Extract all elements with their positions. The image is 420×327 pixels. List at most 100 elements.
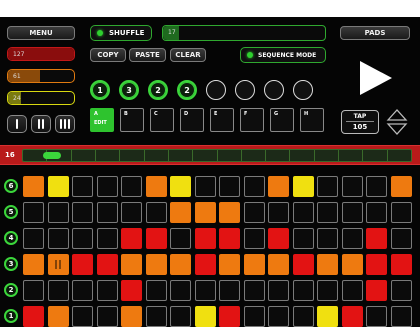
tap-tempo-button[interactable]: TAP 105 [341, 110, 379, 134]
step-cell[interactable] [366, 202, 387, 223]
step-cell[interactable] [317, 306, 338, 327]
step-cell[interactable] [47, 202, 69, 223]
step-cell[interactable] [268, 228, 289, 249]
step-cell[interactable] [268, 176, 289, 197]
step-cell[interactable] [366, 228, 387, 249]
step-cell[interactable] [219, 280, 240, 301]
step-cell[interactable] [219, 306, 240, 327]
step-cell[interactable] [145, 228, 167, 249]
step-cell[interactable] [170, 176, 191, 197]
pattern-button-a[interactable]: A EDIT [90, 108, 114, 132]
step-cell[interactable] [243, 228, 265, 249]
step-cell[interactable] [47, 280, 69, 301]
step-cell[interactable] [96, 176, 118, 197]
step-cell[interactable] [292, 176, 314, 197]
step-cell[interactable] [121, 280, 142, 301]
clear-button[interactable]: CLEAR [170, 48, 206, 62]
row-label-4[interactable]: 4 [4, 231, 18, 245]
step-cell[interactable] [121, 306, 142, 327]
pattern-button-d[interactable]: D [180, 108, 204, 132]
copy-button[interactable]: COPY [90, 48, 126, 62]
step-cell[interactable] [268, 280, 289, 301]
step-cell[interactable] [121, 176, 142, 197]
step-cell[interactable] [317, 280, 338, 301]
step-cell[interactable] [23, 176, 44, 197]
step-cell[interactable] [23, 280, 44, 301]
sequence-slot-2[interactable]: 3 [119, 80, 139, 100]
sequence-mode-toggle[interactable]: SEQUENCE MODE [240, 47, 326, 63]
step-cell[interactable] [170, 202, 191, 223]
double-bar-button[interactable] [31, 115, 51, 133]
step-cell[interactable] [317, 202, 338, 223]
step-cell[interactable] [96, 254, 118, 275]
menu-button[interactable]: MENU [7, 26, 75, 40]
step-cell[interactable] [390, 280, 412, 301]
sequence-slot-5[interactable] [206, 80, 226, 100]
step-cell[interactable] [341, 306, 363, 327]
step-cell[interactable] [121, 228, 142, 249]
step-cell[interactable] [47, 228, 69, 249]
step-cell[interactable] [72, 176, 93, 197]
step-cell[interactable] [268, 306, 289, 327]
step-cell[interactable] [145, 254, 167, 275]
step-cell[interactable] [390, 228, 412, 249]
step-cell[interactable] [366, 280, 387, 301]
step-cell[interactable] [292, 280, 314, 301]
step-cell[interactable] [170, 228, 191, 249]
tempo-up-icon[interactable] [386, 109, 408, 121]
row-label-1[interactable]: 1 [4, 309, 18, 323]
step-cell[interactable] [317, 176, 338, 197]
step-cell[interactable] [390, 306, 412, 327]
sequence-slot-4[interactable]: 2 [177, 80, 197, 100]
step-cell[interactable] [72, 306, 93, 327]
step-cell[interactable] [72, 280, 93, 301]
step-cell[interactable] [96, 280, 118, 301]
sequence-slot-7[interactable] [264, 80, 284, 100]
volume-slider-1[interactable]: 127 [7, 47, 75, 61]
row-label-2[interactable]: 2 [4, 283, 18, 297]
row-label-6[interactable]: 6 [4, 179, 18, 193]
step-cell[interactable] [194, 254, 216, 275]
paste-button[interactable]: PASTE [129, 48, 166, 62]
step-cell[interactable] [47, 306, 69, 327]
step-cell[interactable] [194, 306, 216, 327]
volume-slider-2[interactable]: 61 [7, 69, 75, 83]
step-cell[interactable] [170, 306, 191, 327]
step-cell[interactable] [96, 228, 118, 249]
step-cell[interactable] [341, 280, 363, 301]
step-cell[interactable] [243, 176, 265, 197]
step-cell[interactable] [366, 254, 387, 275]
step-cell[interactable] [121, 202, 142, 223]
play-button[interactable] [356, 58, 396, 98]
step-cell[interactable] [145, 202, 167, 223]
step-cell[interactable] [219, 176, 240, 197]
sequence-slot-3[interactable]: 2 [148, 80, 168, 100]
step-cell[interactable] [292, 228, 314, 249]
single-bar-button[interactable] [7, 115, 27, 133]
step-cell[interactable] [23, 254, 44, 275]
step-cell[interactable] [390, 176, 412, 197]
step-cell[interactable] [194, 202, 216, 223]
step-cell[interactable] [145, 176, 167, 197]
sequence-slot-6[interactable] [235, 80, 255, 100]
step-cell[interactable] [219, 202, 240, 223]
step-cell[interactable] [366, 176, 387, 197]
step-cell[interactable] [341, 228, 363, 249]
pattern-button-c[interactable]: C [150, 108, 174, 132]
step-cell[interactable] [243, 306, 265, 327]
step-cell[interactable] [268, 254, 289, 275]
step-cell[interactable] [23, 202, 44, 223]
step-cell[interactable] [72, 228, 93, 249]
step-cell[interactable] [72, 202, 93, 223]
step-cell[interactable] [23, 306, 44, 327]
row-label-3[interactable]: 3 [4, 257, 18, 271]
step-cell[interactable] [219, 254, 240, 275]
triple-bar-button[interactable] [55, 115, 75, 133]
step-cell[interactable] [292, 254, 314, 275]
step-cell[interactable] [194, 176, 216, 197]
step-cell[interactable] [341, 176, 363, 197]
step-cell[interactable] [292, 202, 314, 223]
step-cell[interactable] [194, 228, 216, 249]
step-cell[interactable] [96, 306, 118, 327]
step-cell[interactable] [145, 280, 167, 301]
